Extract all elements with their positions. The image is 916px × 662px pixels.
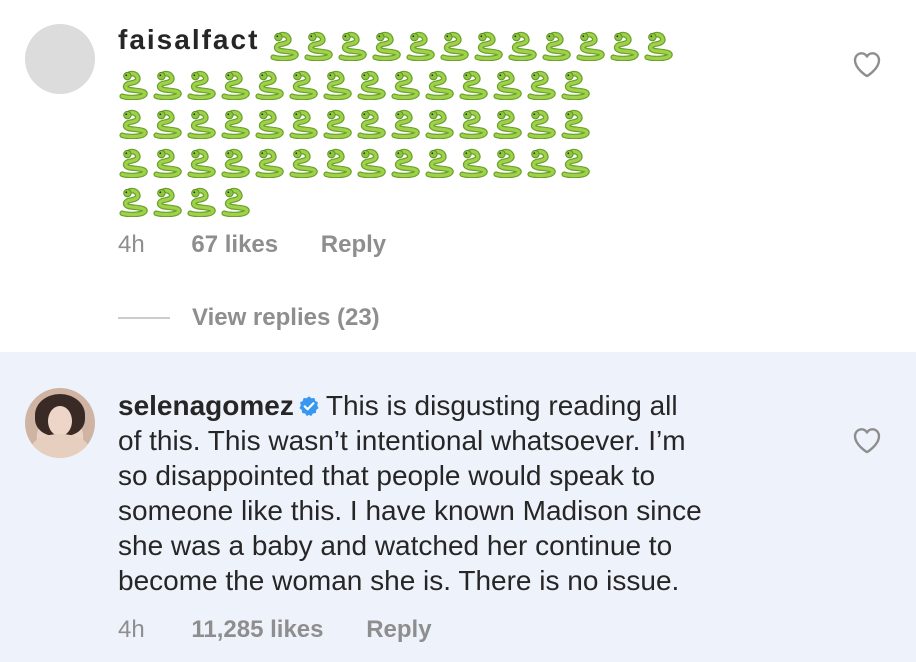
snake-emoji-icon [269, 31, 300, 61]
snake-emoji-icon [322, 148, 353, 178]
snake-emoji-icon [288, 109, 319, 139]
view-replies-button[interactable]: View replies (23) [118, 304, 380, 332]
snake-emoji-icon [254, 70, 285, 100]
avatar-shoulders [31, 434, 89, 458]
comment-selenagomez: selenagomez This is disgusting reading a… [0, 352, 916, 662]
snake-emoji-icon [254, 148, 285, 178]
snake-emoji-icon [356, 109, 387, 139]
snake-emoji-row [118, 65, 594, 100]
username[interactable]: selenagomez [118, 390, 294, 421]
snake-emoji-icon [390, 148, 421, 178]
divider-line [118, 317, 170, 319]
comment-meta: 4h 67 likes Reply [118, 231, 798, 259]
snake-emoji-icon [560, 70, 591, 100]
snake-emoji-icon [560, 148, 591, 178]
comment-text: selenagomez This is disgusting reading a… [118, 388, 798, 423]
snake-emoji-icon [322, 70, 353, 100]
heart-icon[interactable] [850, 48, 884, 80]
snake-emoji-icon [152, 70, 183, 100]
snake-emoji-icon [424, 70, 455, 100]
comment-line: become the woman she is. There is no iss… [118, 565, 680, 596]
snake-emoji-icon [288, 148, 319, 178]
snake-emoji-row [269, 26, 677, 61]
comment-line: This is disgusting reading all [325, 390, 678, 421]
snake-emoji-icon [220, 70, 251, 100]
avatar[interactable] [25, 388, 95, 458]
comment-text: faisalfact [118, 22, 798, 61]
avatar[interactable] [25, 24, 95, 94]
snake-emoji-icon [458, 148, 489, 178]
snake-emoji-icon [526, 148, 557, 178]
snake-emoji-icon [507, 31, 538, 61]
comment-line: so disappointed that people would speak … [118, 460, 656, 491]
snake-emoji-icon [186, 70, 217, 100]
snake-emoji-icon [541, 31, 572, 61]
snake-emoji-icon [405, 31, 436, 61]
comment-line: she was a baby and watched her continue … [118, 530, 673, 561]
snake-emoji-icon [526, 109, 557, 139]
snake-emoji-icon [424, 109, 455, 139]
snake-emoji-icon [458, 109, 489, 139]
snake-emoji-icon [356, 70, 387, 100]
likes-count[interactable]: 67 likes [191, 231, 278, 258]
snake-emoji-icon [575, 31, 606, 61]
comment-body: selenagomez This is disgusting reading a… [118, 388, 798, 644]
snake-emoji-icon [186, 148, 217, 178]
snake-emoji-icon [220, 109, 251, 139]
reply-button[interactable]: Reply [321, 231, 386, 258]
snake-emoji-icon [288, 70, 319, 100]
snake-emoji-icon [439, 31, 470, 61]
snake-emoji-icon [118, 187, 149, 217]
heart-icon[interactable] [850, 424, 884, 456]
comment-faisalfact: faisalfact 4h 67 likes Reply View replie… [0, 0, 916, 352]
snake-emoji-icon [118, 109, 149, 139]
snake-emoji-icon [152, 109, 183, 139]
snake-emoji-icon [371, 31, 402, 61]
snake-emoji-icon [220, 187, 251, 217]
snake-emoji-icon [322, 109, 353, 139]
verified-badge-icon [299, 395, 319, 416]
snake-emoji-icon [492, 148, 523, 178]
snake-emoji-icon [337, 31, 368, 61]
snake-emoji-icon [254, 109, 285, 139]
snake-emoji-icon [186, 187, 217, 217]
snake-emoji-icon [526, 70, 557, 100]
snake-emoji-icon [356, 148, 387, 178]
timestamp: 4h [118, 231, 145, 258]
snake-emoji-row [118, 143, 594, 178]
snake-emoji-icon [152, 187, 183, 217]
snake-emoji-icon [609, 31, 640, 61]
timestamp: 4h [118, 616, 145, 643]
snake-emoji-icon [303, 31, 334, 61]
snake-emoji-icon [220, 148, 251, 178]
snake-emoji-icon [492, 70, 523, 100]
snake-emoji-icon [118, 148, 149, 178]
snake-emoji-icon [492, 109, 523, 139]
snake-emoji-icon [643, 31, 674, 61]
snake-emoji-icon [118, 70, 149, 100]
view-replies-label: View replies (23) [192, 304, 380, 331]
snake-emoji-icon [152, 148, 183, 178]
snake-emoji-icon [186, 109, 217, 139]
likes-count[interactable]: 11,285 likes [191, 616, 323, 643]
comment-line: someone like this. I have known Madison … [118, 495, 702, 526]
comment-body: faisalfact 4h 67 likes Reply [118, 22, 798, 259]
username[interactable]: faisalfact [118, 24, 259, 55]
snake-emoji-row [118, 182, 254, 217]
snake-emoji-icon [390, 109, 421, 139]
snake-emoji-icon [473, 31, 504, 61]
snake-emoji-icon [424, 148, 455, 178]
reply-button[interactable]: Reply [366, 616, 431, 643]
avatar-face [48, 406, 72, 436]
snake-emoji-icon [560, 109, 591, 139]
snake-emoji-row [118, 104, 594, 139]
snake-emoji-icon [390, 70, 421, 100]
comment-meta: 4h 11,285 likes Reply [118, 616, 798, 644]
snake-emoji-icon [458, 70, 489, 100]
comment-line: of this. This wasn’t intentional whatsoe… [118, 425, 686, 456]
